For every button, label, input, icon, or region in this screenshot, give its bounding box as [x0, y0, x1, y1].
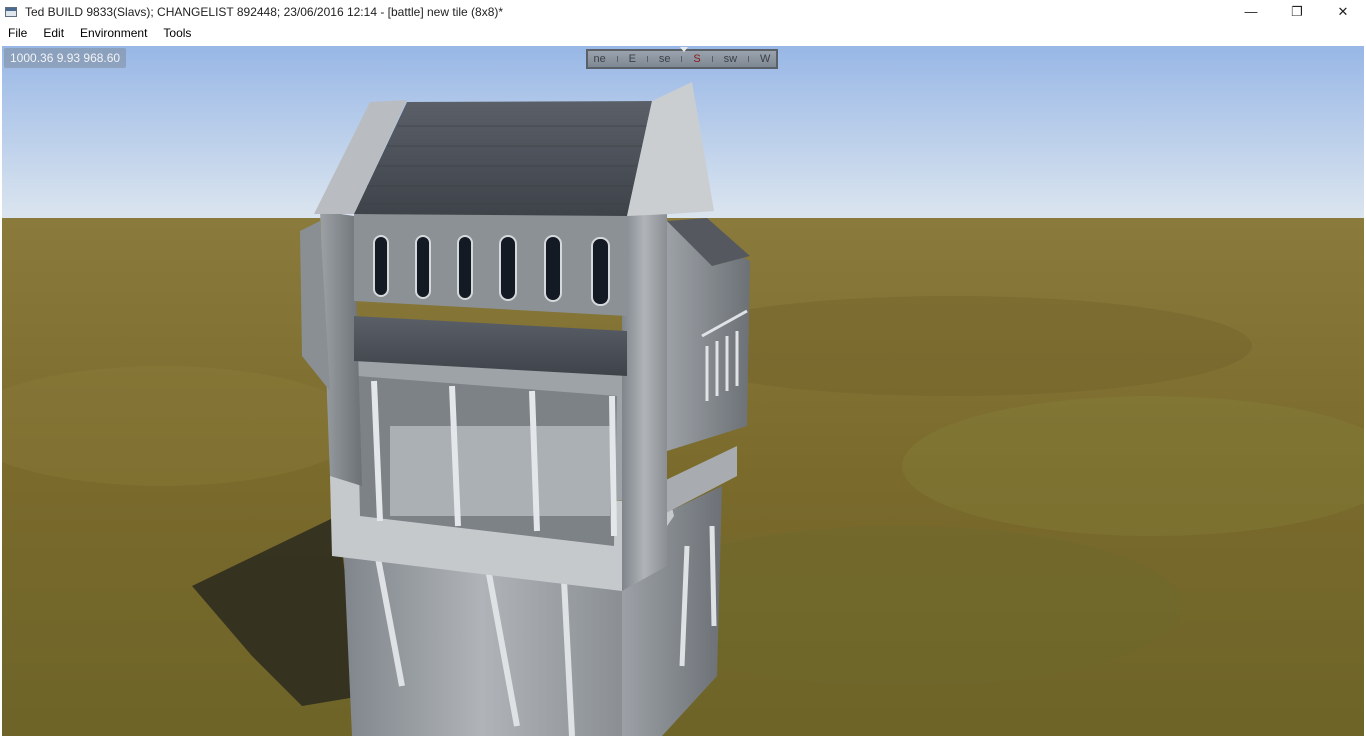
stone-building: [300, 82, 750, 736]
window-title: Ted BUILD 9833(Slavs); CHANGELIST 892448…: [25, 4, 504, 19]
menu-bar: File Edit Environment Tools: [0, 23, 1366, 44]
close-button[interactable]: ✕: [1320, 0, 1366, 23]
3d-viewport[interactable]: 1000.36 9.93 968.60 ne E se S sw W: [2, 46, 1364, 736]
compass-pointer-icon: [680, 47, 688, 52]
scene-render: [2, 46, 1364, 736]
compass-label-w: W: [760, 53, 771, 65]
compass-label-s: S: [693, 53, 701, 65]
menu-file[interactable]: File: [0, 23, 35, 44]
menu-tools[interactable]: Tools: [155, 23, 199, 44]
minimize-button[interactable]: —: [1228, 0, 1274, 23]
menu-edit[interactable]: Edit: [35, 23, 72, 44]
menu-environment[interactable]: Environment: [72, 23, 155, 44]
restore-button[interactable]: ❐: [1274, 0, 1320, 23]
window-controls: — ❐ ✕: [1228, 0, 1366, 23]
compass-label-e: E: [628, 53, 636, 65]
app-icon: [5, 6, 17, 17]
compass-bar: ne E se S sw W: [586, 49, 778, 69]
compass-label-ne: ne: [593, 53, 606, 65]
camera-coordinates: 1000.36 9.93 968.60: [4, 48, 127, 68]
compass-label-sw: sw: [723, 53, 738, 65]
title-bar: Ted BUILD 9833(Slavs); CHANGELIST 892448…: [0, 0, 1366, 24]
compass-label-se: se: [658, 53, 671, 65]
